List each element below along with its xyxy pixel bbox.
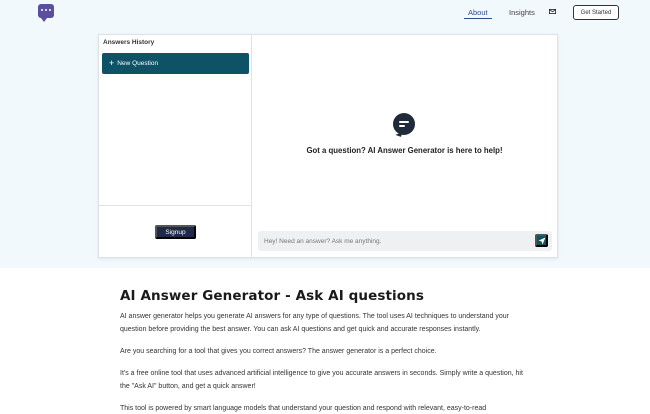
plus-icon: + <box>109 58 115 68</box>
article-paragraph: AI answer generator helps you generate A… <box>120 313 509 333</box>
article: AI Answer Generator - Ask AI questions A… <box>120 288 532 414</box>
chat-bubble-lines-icon <box>393 113 415 135</box>
new-question-button[interactable]: + New Question <box>102 53 249 74</box>
question-input[interactable] <box>258 231 530 251</box>
send-icon <box>538 237 545 244</box>
mail-icon[interactable] <box>549 9 556 14</box>
sidebar-title: Answers History <box>103 39 155 46</box>
send-button[interactable] <box>535 234 548 247</box>
article-paragraph: It's a free online tool that uses advanc… <box>120 370 523 390</box>
sidebar-divider <box>99 205 251 206</box>
get-started-button[interactable]: Get Started <box>573 5 619 20</box>
nav-about[interactable]: About <box>468 8 488 17</box>
nav-active-indicator <box>464 18 492 19</box>
answers-history-sidebar: Answers History + New Question Signup <box>99 35 252 257</box>
chat-input-bar <box>258 231 552 251</box>
signup-button[interactable]: Signup <box>155 225 196 239</box>
article-paragraph: Are you searching for a tool that gives … <box>120 348 437 355</box>
chat-panel: Got a question? AI Answer Generator is h… <box>252 35 557 257</box>
chat-bubble-dots-icon[interactable] <box>38 4 54 22</box>
empty-state-text: Got a question? AI Answer Generator is h… <box>306 146 503 155</box>
new-question-label: New Question <box>117 60 159 67</box>
article-paragraph: This tool is powered by smart language m… <box>120 405 487 412</box>
article-title: AI Answer Generator - Ask AI questions <box>120 288 425 304</box>
answer-generator-app: Answers History + New Question Signup Go… <box>98 34 558 258</box>
nav-insights[interactable]: Insights <box>509 8 535 17</box>
